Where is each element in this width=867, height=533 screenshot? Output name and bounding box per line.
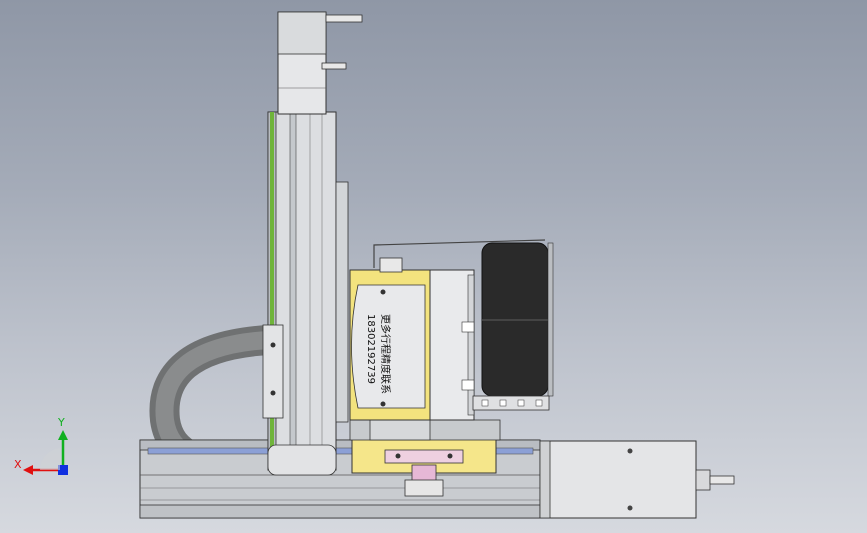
column-clamp-block — [262, 324, 284, 419]
column-top-motor — [277, 11, 363, 115]
cad-model-view[interactable]: 更多行程精度联系 18302192739 Y X — [0, 0, 867, 533]
column-side-plate — [335, 181, 349, 423]
wheel-extrusion — [472, 395, 550, 411]
contact-label-line2: 18302192739 — [365, 314, 376, 384]
contact-label-line1: 更多行程精度联系 — [379, 314, 392, 394]
cad-viewport[interactable]: 更多行程精度联系 18302192739 Y X — [0, 0, 867, 533]
sensor-connector — [379, 257, 403, 273]
gripper-housing — [429, 269, 475, 421]
gripper-support-frame — [349, 417, 501, 441]
axis-triad[interactable]: Y X — [14, 416, 68, 475]
y-axis-label: Y — [57, 416, 65, 429]
vertical-column — [267, 111, 337, 476]
drive-wheel — [481, 242, 554, 397]
x-axis-label: X — [14, 458, 22, 471]
base-motor — [539, 440, 735, 519]
